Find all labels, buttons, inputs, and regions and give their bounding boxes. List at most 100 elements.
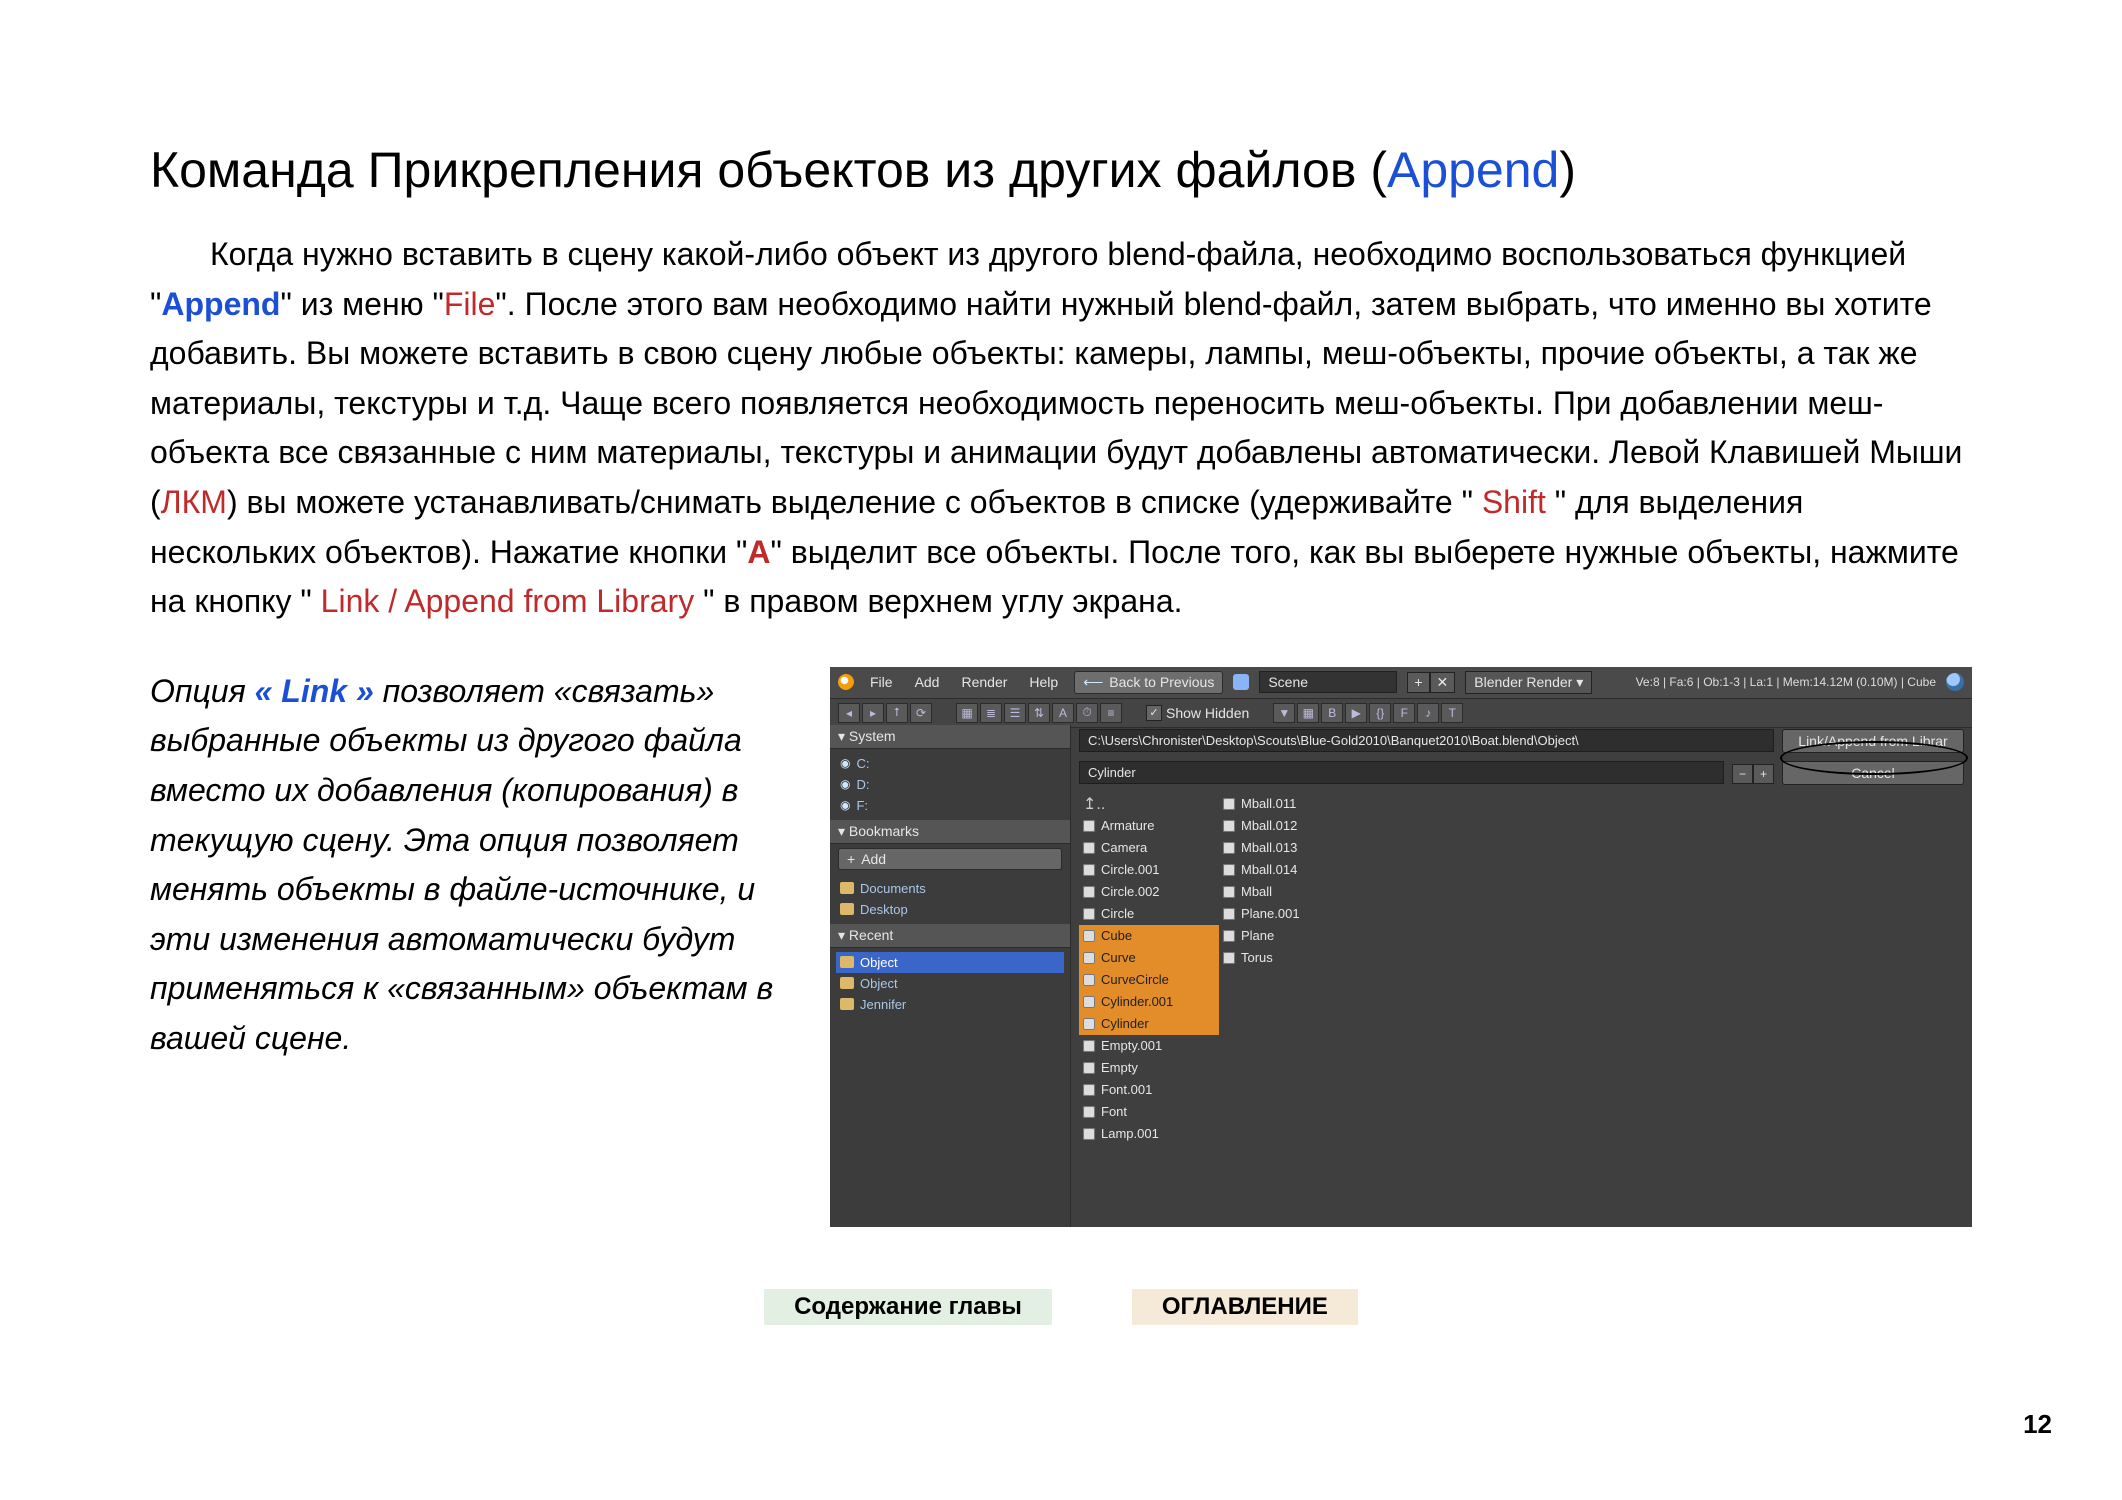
menu-add[interactable]: Add bbox=[909, 672, 946, 692]
list-item[interactable] bbox=[1219, 1035, 1359, 1057]
chapter-contents-link[interactable]: Содержание главы bbox=[764, 1289, 1052, 1325]
object-icon bbox=[1083, 864, 1095, 876]
list-item[interactable]: Cube bbox=[1079, 925, 1219, 947]
list-item[interactable]: Camera bbox=[1079, 837, 1219, 859]
filter-sound-icon[interactable]: ♪ bbox=[1417, 703, 1439, 723]
menu-help[interactable]: Help bbox=[1023, 672, 1064, 692]
list-item[interactable]: Mball.012 bbox=[1219, 815, 1359, 837]
filter-movie-icon[interactable]: ▶ bbox=[1345, 703, 1367, 723]
filter-text-icon[interactable]: T bbox=[1441, 703, 1463, 723]
scene-name-field[interactable]: Scene bbox=[1259, 671, 1397, 693]
list-item[interactable] bbox=[1219, 969, 1359, 991]
list-item[interactable]: Empty.001 bbox=[1079, 1035, 1219, 1057]
render-engine-select[interactable]: Blender Render ▾ bbox=[1465, 671, 1592, 694]
list-item[interactable]: Curve bbox=[1079, 947, 1219, 969]
nav-refresh-icon[interactable]: ⟳ bbox=[910, 703, 932, 723]
nav-up-icon[interactable]: ⭡ bbox=[886, 703, 908, 723]
filter-blend-icon[interactable]: B bbox=[1321, 703, 1343, 723]
sort-size-icon[interactable]: ≡ bbox=[1100, 703, 1122, 723]
view-thumb-icon[interactable]: ▦ bbox=[956, 703, 978, 723]
scene-delete-button[interactable]: ✕ bbox=[1430, 672, 1456, 693]
filter-funnel-icon[interactable]: ▼ bbox=[1273, 703, 1295, 723]
stats-label: Ve:8 | Fa:6 | Ob:1-3 | La:1 | Mem:14.12M… bbox=[1636, 675, 1936, 689]
list-item[interactable]: ↥.. bbox=[1079, 793, 1219, 815]
list-item[interactable]: Circle bbox=[1079, 903, 1219, 925]
sidebar-recent-header[interactable]: ▾ Recent bbox=[830, 924, 1070, 948]
list-item[interactable]: Torus bbox=[1219, 947, 1359, 969]
zoom-in-button[interactable]: + bbox=[1753, 764, 1774, 784]
list-item[interactable]: Mball.014 bbox=[1219, 859, 1359, 881]
recent-jennifer[interactable]: Jennifer bbox=[836, 994, 1064, 1015]
list-item[interactable]: Cylinder bbox=[1079, 1013, 1219, 1035]
list-item[interactable]: Mball.013 bbox=[1219, 837, 1359, 859]
list-item[interactable] bbox=[1219, 991, 1359, 1013]
toc-link[interactable]: ОГЛАВЛЕНИЕ bbox=[1132, 1289, 1358, 1325]
back-arrow-icon: ⟵ bbox=[1083, 674, 1103, 691]
sort-alpha-icon[interactable]: A bbox=[1052, 703, 1074, 723]
list-item[interactable]: Empty bbox=[1079, 1057, 1219, 1079]
filter-font-icon[interactable]: F bbox=[1393, 703, 1415, 723]
list-item[interactable]: Circle.002 bbox=[1079, 881, 1219, 903]
side-paragraph: Опция « Link » позволяет «связать» выбра… bbox=[150, 667, 800, 1064]
checkbox-icon: ✓ bbox=[1146, 705, 1162, 721]
globe-icon[interactable] bbox=[1946, 673, 1964, 691]
menu-render[interactable]: Render bbox=[955, 672, 1013, 692]
object-icon bbox=[1223, 820, 1235, 832]
bookmark-desktop[interactable]: Desktop bbox=[836, 899, 1064, 920]
zoom-out-button[interactable]: − bbox=[1732, 764, 1753, 784]
list-item[interactable] bbox=[1219, 1079, 1359, 1101]
link-append-button[interactable]: Link/Append from Librar bbox=[1782, 729, 1964, 753]
view-detail-icon[interactable]: ☰ bbox=[1004, 703, 1026, 723]
blender-screenshot: File Add Render Help ⟵ Back to Previous … bbox=[830, 667, 1972, 1227]
sort-time-icon[interactable]: ⏱ bbox=[1076, 703, 1098, 723]
list-item[interactable] bbox=[1219, 1123, 1359, 1145]
drive-c[interactable]: ◉C: bbox=[836, 753, 1064, 774]
list-item[interactable]: Plane.001 bbox=[1219, 903, 1359, 925]
sidebar-bookmarks-header[interactable]: ▾ Bookmarks bbox=[830, 820, 1070, 844]
plus-icon: + bbox=[847, 851, 855, 867]
back-to-previous-button[interactable]: ⟵ Back to Previous bbox=[1074, 671, 1223, 694]
menu-file[interactable]: File bbox=[864, 672, 899, 692]
drive-f[interactable]: ◉F: bbox=[836, 795, 1064, 816]
list-item[interactable] bbox=[1219, 1013, 1359, 1035]
list-item[interactable]: Lamp.001 bbox=[1079, 1123, 1219, 1145]
list-item[interactable]: Cylinder.001 bbox=[1079, 991, 1219, 1013]
sort-icon[interactable]: ⇅ bbox=[1028, 703, 1050, 723]
scene-add-button[interactable]: + bbox=[1407, 672, 1429, 693]
scene-buttons: + ✕ bbox=[1407, 672, 1455, 693]
list-item[interactable]: Font bbox=[1079, 1101, 1219, 1123]
list-item[interactable]: CurveCircle bbox=[1079, 969, 1219, 991]
nav-fwd-icon[interactable]: ▸ bbox=[862, 703, 884, 723]
recent-object-selected[interactable]: Object bbox=[836, 952, 1064, 973]
sidebar-system-header[interactable]: ▾ System bbox=[830, 725, 1070, 749]
kw-append: Append bbox=[161, 286, 280, 322]
title-append: Append bbox=[1387, 142, 1559, 198]
filter-input[interactable] bbox=[1079, 761, 1724, 784]
blender-logo-icon bbox=[838, 674, 854, 690]
folder-icon bbox=[840, 977, 854, 989]
show-hidden-toggle[interactable]: ✓ Show Hidden bbox=[1146, 705, 1249, 721]
list-item[interactable] bbox=[1219, 1101, 1359, 1123]
list-item[interactable]: Armature bbox=[1079, 815, 1219, 837]
path-input[interactable] bbox=[1079, 729, 1774, 752]
list-item[interactable]: Mball.011 bbox=[1219, 793, 1359, 815]
drive-d[interactable]: ◉D: bbox=[836, 774, 1064, 795]
add-bookmark-button[interactable]: +Add bbox=[838, 848, 1062, 870]
object-icon bbox=[1083, 1128, 1095, 1140]
filter-img-icon[interactable]: ▦ bbox=[1297, 703, 1319, 723]
view-list-icon[interactable]: ≣ bbox=[980, 703, 1002, 723]
list-item[interactable] bbox=[1219, 1057, 1359, 1079]
bookmark-documents[interactable]: Documents bbox=[836, 878, 1064, 899]
nav-back-icon[interactable]: ◂ bbox=[838, 703, 860, 723]
view-icons: ▦ ≣ ☰ ⇅ A ⏱ ≡ bbox=[956, 703, 1122, 723]
list-item[interactable]: Mball bbox=[1219, 881, 1359, 903]
filter-script-icon[interactable]: {} bbox=[1369, 703, 1391, 723]
list-item[interactable]: Circle.001 bbox=[1079, 859, 1219, 881]
kw-file: File bbox=[444, 286, 496, 322]
list-item[interactable]: Font.001 bbox=[1079, 1079, 1219, 1101]
cancel-button[interactable]: Cancel bbox=[1782, 761, 1964, 785]
list-item[interactable]: Plane bbox=[1219, 925, 1359, 947]
recent-object[interactable]: Object bbox=[836, 973, 1064, 994]
object-icon bbox=[1083, 1040, 1095, 1052]
bottom-links: Содержание главы ОГЛАВЛЕНИЕ bbox=[0, 1289, 2122, 1325]
